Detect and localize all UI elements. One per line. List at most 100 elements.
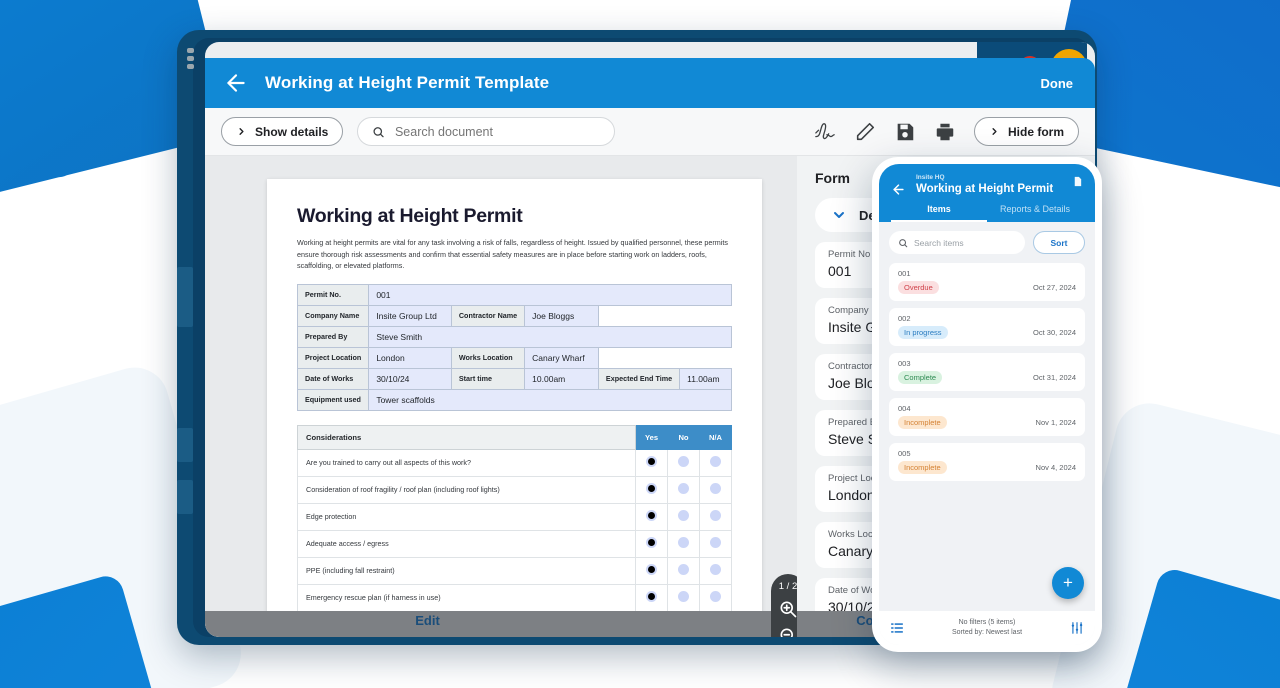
consideration-option-cell[interactable] [667, 529, 700, 558]
list-item[interactable]: 005 Incomplete Nov 4, 2024 [889, 443, 1085, 481]
tablet-speaker [187, 48, 194, 72]
toolbar-icon-group: Hide form [814, 117, 1079, 146]
consideration-option-cell[interactable] [667, 475, 700, 504]
radio-unselected-icon[interactable] [678, 564, 689, 576]
radio-selected-icon[interactable] [646, 537, 657, 549]
zoom-controls: 1 / 2 [771, 574, 797, 637]
tablet-button-volume [177, 267, 193, 327]
consideration-text: Emergency rescue plan (if harness in use… [297, 583, 636, 612]
filter-settings-icon[interactable] [1070, 621, 1084, 635]
phone-sort-button[interactable]: Sort [1033, 231, 1085, 254]
radio-unselected-icon[interactable] [678, 537, 689, 549]
consideration-option-cell[interactable] [667, 502, 700, 531]
consideration-option-cell[interactable] [699, 475, 732, 504]
radio-selected-icon[interactable] [646, 510, 657, 522]
permit-field-value: Insite Group Ltd [368, 304, 452, 327]
print-icon[interactable] [934, 121, 956, 143]
list-item[interactable]: 004 Incomplete Nov 1, 2024 [889, 398, 1085, 436]
consideration-option-cell[interactable] [635, 475, 668, 504]
list-item-number: 002 [898, 314, 911, 323]
consideration-option-cell[interactable] [635, 583, 668, 612]
consideration-option-cell[interactable] [699, 583, 732, 612]
done-button[interactable]: Done [1041, 76, 1078, 91]
form-panel-title: Form [815, 170, 850, 186]
phone-footer-status: No filters (5 items) Sorted by: Newest l… [952, 618, 1022, 638]
phone-filter-status: No filters (5 items) [958, 619, 1016, 627]
permit-field-label: Permit No. [296, 283, 370, 306]
signature-icon[interactable] [814, 121, 836, 143]
phone-search-row: Search items Sort [879, 222, 1095, 263]
search-icon [373, 126, 385, 137]
add-item-fab[interactable]: + [1052, 567, 1084, 599]
phone-tab-reports-details[interactable]: Reports & Details [987, 204, 1083, 222]
consideration-option-cell[interactable] [635, 556, 668, 585]
radio-unselected-icon[interactable] [710, 456, 721, 468]
permit-field-value: Steve Smith [368, 325, 732, 348]
list-item[interactable]: 002 In progress Oct 30, 2024 [889, 308, 1085, 346]
permit-field-label: Date of Works [296, 367, 370, 390]
phone-item-list: 001 Overdue Oct 27, 2024 002 In progress Oct … [879, 263, 1095, 481]
consideration-text: Adequate access / egress [297, 529, 636, 558]
permit-field-value: Tower scaffolds [368, 388, 732, 411]
hide-form-button[interactable]: Hide form [973, 117, 1079, 146]
table-row: Emergency rescue plan (if harness in use… [297, 583, 732, 612]
document-icon[interactable] [1072, 174, 1083, 189]
radio-unselected-icon[interactable] [710, 483, 721, 495]
save-icon[interactable] [894, 121, 916, 143]
list-item[interactable]: 003 Complete Oct 31, 2024 [889, 353, 1085, 391]
list-item-number: 001 [898, 269, 911, 278]
consideration-option-cell[interactable] [699, 448, 732, 477]
permit-field-label: Prepared By [296, 325, 370, 348]
option-column-header: N/A [699, 424, 732, 450]
list-item-number: 005 [898, 449, 911, 458]
table-row: Equipment used Tower scaffolds [296, 388, 732, 411]
consideration-option-cell[interactable] [635, 529, 668, 558]
hide-form-label: Hide form [1007, 124, 1064, 139]
back-arrow-icon[interactable] [891, 182, 906, 197]
show-details-button[interactable]: Show details [221, 117, 344, 146]
radio-selected-icon[interactable] [646, 456, 657, 468]
radio-unselected-icon[interactable] [678, 483, 689, 495]
consideration-option-cell[interactable] [635, 448, 668, 477]
radio-unselected-icon[interactable] [678, 510, 689, 522]
edit-button[interactable]: Edit [205, 613, 650, 628]
option-column-header: No [667, 424, 700, 450]
search-document-input[interactable] [394, 124, 601, 139]
consideration-option-cell[interactable] [635, 502, 668, 531]
consideration-option-cell[interactable] [667, 448, 700, 477]
consideration-option-cell[interactable] [667, 583, 700, 612]
radio-unselected-icon[interactable] [678, 456, 689, 468]
phone-tab-items[interactable]: Items [891, 204, 987, 222]
phone-header: Insite HQ Working at Height Permit Items… [879, 164, 1095, 222]
zoom-out-icon[interactable] [778, 626, 797, 637]
radio-unselected-icon[interactable] [710, 510, 721, 522]
back-arrow-icon[interactable] [223, 70, 249, 96]
radio-selected-icon[interactable] [646, 483, 657, 495]
search-document-box[interactable] [357, 117, 616, 146]
pencil-icon[interactable] [854, 121, 876, 143]
consideration-option-cell[interactable] [699, 529, 732, 558]
phone-title-block: Insite HQ Working at Height Permit [916, 174, 1053, 195]
consideration-option-cell[interactable] [699, 502, 732, 531]
radio-unselected-icon[interactable] [710, 564, 721, 576]
radio-unselected-icon[interactable] [710, 591, 721, 603]
consideration-option-cell[interactable] [667, 556, 700, 585]
list-item[interactable]: 001 Overdue Oct 27, 2024 [889, 263, 1085, 301]
radio-unselected-icon[interactable] [678, 591, 689, 603]
chevron-right-icon [239, 128, 244, 135]
permit-field-value: Joe Bloggs [524, 304, 599, 327]
zoom-in-icon[interactable] [778, 599, 797, 619]
phone-org-label: Insite HQ [916, 174, 945, 181]
phone-search-input[interactable]: Search items [889, 231, 1025, 254]
permit-field-label: Works Location [450, 346, 526, 369]
consideration-option-cell[interactable] [699, 556, 732, 585]
radio-selected-icon[interactable] [646, 591, 657, 603]
list-view-icon[interactable] [890, 621, 904, 635]
radio-unselected-icon[interactable] [710, 537, 721, 549]
radio-selected-icon[interactable] [646, 564, 657, 576]
table-row: Adequate access / egress [297, 529, 732, 558]
permit-field-label: Expected End Time [597, 367, 681, 390]
list-item-meta: Complete Oct 31, 2024 [898, 371, 1076, 384]
permit-field-value: London [368, 346, 452, 369]
search-icon [899, 238, 908, 247]
